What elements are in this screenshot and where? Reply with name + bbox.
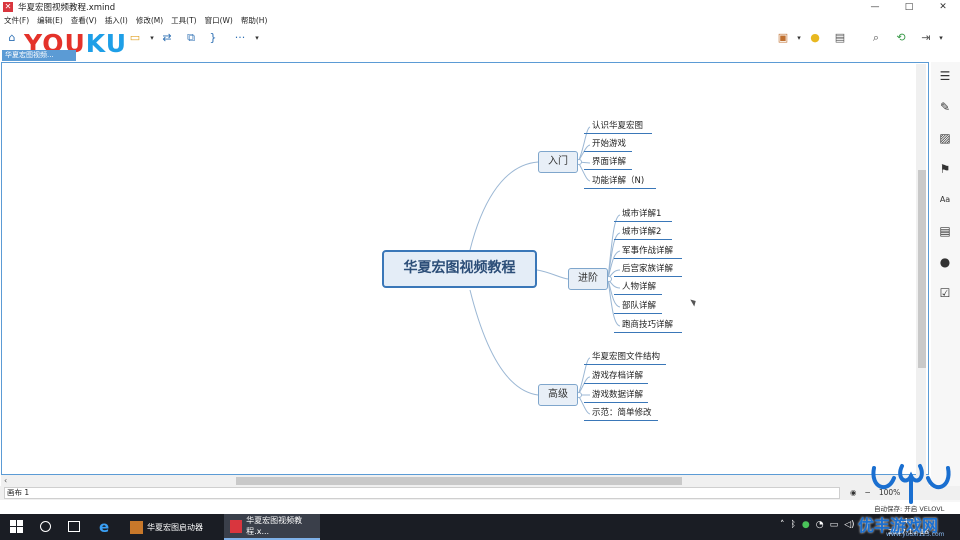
subtopic[interactable]: 跑商技巧详解 xyxy=(614,319,682,333)
subtopic[interactable]: 城市详解1 xyxy=(614,208,672,222)
subtopic[interactable]: 游戏存档详解 xyxy=(584,370,648,384)
subtopic[interactable]: 开始游戏 xyxy=(584,138,632,152)
subtopic[interactable]: 部队详解 xyxy=(614,300,662,314)
taskbar-app-launcher[interactable]: 华夏宏图启动器 xyxy=(124,514,220,540)
image-icon[interactable]: ▨ xyxy=(937,130,953,146)
xmind-app-icon xyxy=(230,519,243,533)
launcher-app-icon xyxy=(130,520,143,534)
site-watermark-logo xyxy=(871,464,951,504)
subtopic[interactable]: 认识华夏宏图 xyxy=(584,120,652,134)
outline-icon[interactable]: ☰ xyxy=(937,68,953,84)
subtopic[interactable]: 华夏宏图文件结构 xyxy=(584,351,666,365)
volume-icon[interactable]: ◁) xyxy=(844,520,854,530)
subtopic[interactable]: 人物详解 xyxy=(614,281,662,295)
task-icon[interactable]: ☑ xyxy=(937,285,953,301)
taskbar-app-label: 华夏宏图视频教程.x... xyxy=(246,516,303,536)
status-bar: 画布 1 ◉ − 100% xyxy=(0,486,960,500)
site-watermark-url: www.youxi123.com xyxy=(886,531,945,538)
notes-icon[interactable]: ▤ xyxy=(937,223,953,239)
subtopic[interactable]: 军事作战详解 xyxy=(614,245,682,259)
edge-browser-icon[interactable]: e xyxy=(99,518,109,536)
topic-beginner[interactable]: 入门 xyxy=(538,151,578,173)
subtopic[interactable]: 游戏数据详解 xyxy=(584,389,648,403)
network-icon[interactable]: ◔ xyxy=(816,520,824,530)
format-icon[interactable]: ✎ xyxy=(937,99,953,115)
vertical-scroll-thumb[interactable] xyxy=(918,170,926,368)
wechat-icon[interactable]: ● xyxy=(802,520,810,530)
xmind-window: ✕ 华夏宏图视频教程.xmind — □ ✕ 文件(F) 编辑(E) 查看(V)… xyxy=(0,0,960,540)
right-panel: ☰ ✎ ▨ ⚑ Aa ▤ ● ☑ xyxy=(931,62,960,502)
system-tray: ˄ ᛒ ● ◔ ▭ ◁) xyxy=(780,520,855,530)
bluetooth-icon[interactable]: ᛒ xyxy=(791,520,796,530)
comment-icon[interactable]: ● xyxy=(937,254,953,270)
windows-start-icon[interactable] xyxy=(10,520,23,533)
scroll-left-icon[interactable]: ‹ xyxy=(4,475,7,486)
tray-arrow-icon[interactable]: ˄ xyxy=(780,520,785,530)
taskbar-app-label: 华夏宏图启动器 xyxy=(147,522,203,532)
battery-icon[interactable]: ▭ xyxy=(830,520,839,530)
topic-expert[interactable]: 高级 xyxy=(538,384,578,406)
view-icon[interactable]: ◉ xyxy=(850,487,857,499)
taskbar-app-xmind[interactable]: 华夏宏图视频教程.x... xyxy=(224,514,320,540)
marker-icon[interactable]: ⚑ xyxy=(937,161,953,177)
subtopic[interactable]: 后宫家族详解 xyxy=(614,263,682,277)
subtopic[interactable]: 城市详解2 xyxy=(614,226,672,240)
subtopic[interactable]: 示范：简单修改 xyxy=(584,407,658,421)
label-icon[interactable]: Aa xyxy=(937,192,953,208)
task-view-icon[interactable] xyxy=(68,521,80,532)
subtopic[interactable]: 功能详解（N) xyxy=(584,175,656,189)
sheet-tab[interactable]: 画布 1 xyxy=(4,487,840,499)
horizontal-scroll-thumb[interactable] xyxy=(236,477,682,485)
cortana-icon[interactable] xyxy=(40,521,51,532)
taskbar: e 华夏宏图启动器 华夏宏图视频教程.x... ˄ ᛒ ● ◔ ▭ ◁) 14:… xyxy=(0,514,960,540)
topic-advanced[interactable]: 进阶 xyxy=(568,268,608,290)
subtopic[interactable]: 界面详解 xyxy=(584,156,632,170)
central-topic[interactable]: 华夏宏图视频教程 xyxy=(382,250,537,288)
